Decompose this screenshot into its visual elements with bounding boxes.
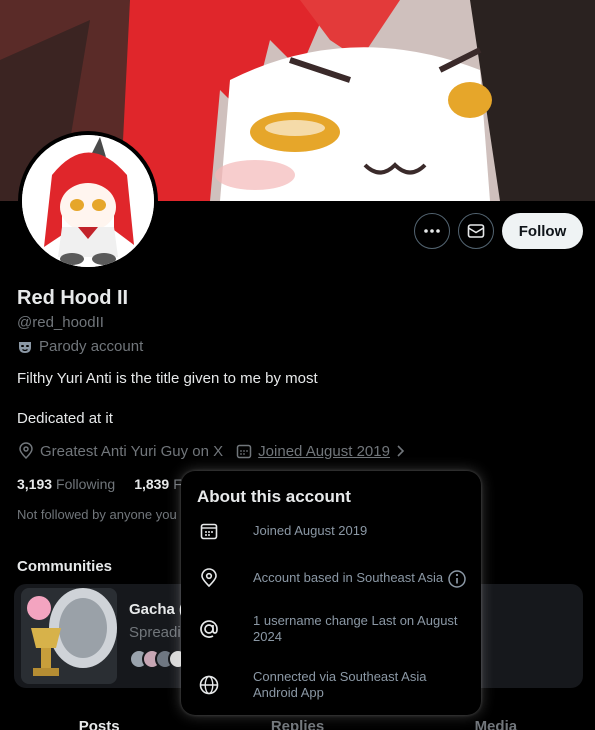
popup-row-based: Account based in Southeast Asia (197, 566, 467, 590)
more-icon (424, 229, 440, 233)
parody-label: Parody account (17, 338, 143, 355)
mask-icon (19, 341, 31, 353)
communities-heading: Communities (17, 558, 113, 575)
mail-icon (467, 224, 485, 238)
username-handle: @red_hoodII (17, 314, 104, 331)
about-account-popup: About this account Joined August 2019 Ac… (181, 471, 481, 715)
community-member-avatars (129, 649, 188, 669)
info-icon[interactable] (447, 569, 467, 589)
more-button[interactable] (414, 213, 450, 249)
follow-stats: 3,193 Following 1,839 F (17, 476, 182, 492)
popup-based-text: Account based in Southeast Asia (253, 570, 444, 585)
profile-tabs: Posts Replies Media (0, 718, 595, 730)
community-thumbnail (21, 588, 117, 684)
location: Greatest Anti Yuri Guy on X (17, 442, 223, 460)
popup-row-joined: Joined August 2019 (197, 519, 467, 543)
message-button[interactable] (458, 213, 494, 249)
location-text: Greatest Anti Yuri Guy on X (40, 442, 224, 460)
joined-date-text[interactable]: Joined August 2019 (258, 443, 390, 460)
bio-line-1: Filthy Yuri Anti is the title given to m… (17, 370, 318, 387)
chevron-right-icon (397, 445, 405, 457)
community-name: Gacha ( (129, 601, 185, 618)
display-name: Red Hood II (17, 287, 129, 309)
location-pin-icon (19, 442, 33, 460)
popup-connected-text: Connected via Southeast Asia Android App (253, 669, 427, 700)
popup-username-change-text: 1 username change Last on August 2024 (253, 613, 458, 644)
location-pin-icon (201, 568, 217, 588)
followers-link[interactable]: 1,839 F (134, 476, 182, 492)
bio-line-2: Dedicated at it (17, 410, 113, 427)
tab-media[interactable]: Media (397, 718, 595, 730)
following-link[interactable]: 3,193 Following (17, 476, 115, 492)
popup-row-username-change: 1 username change Last on August 2024 (197, 613, 467, 645)
avatar (22, 135, 154, 267)
calendar-icon (236, 444, 252, 459)
following-count: 3,193 (17, 476, 53, 492)
avatar-image (22, 135, 154, 267)
tab-replies[interactable]: Replies (198, 718, 396, 730)
globe-icon (199, 675, 219, 695)
tab-posts[interactable]: Posts (0, 718, 198, 730)
follow-button[interactable]: Follow (502, 213, 583, 249)
calendar-icon (200, 523, 218, 540)
community-image (21, 588, 117, 684)
followers-count: 1,839 (134, 476, 170, 492)
profile-meta: Greatest Anti Yuri Guy on X Joined Augus… (17, 442, 419, 460)
profile-avatar-frame[interactable] (18, 131, 158, 271)
not-followed-note: Not followed by anyone you (17, 507, 177, 522)
at-sign-icon (200, 620, 218, 638)
popup-joined-text: Joined August 2019 (253, 523, 368, 538)
popup-row-connected: Connected via Southeast Asia Android App (197, 669, 467, 701)
parody-label-text: Parody account (39, 338, 144, 355)
joined-date-link[interactable]: Joined August 2019 (235, 442, 407, 460)
community-description: Spreadi (129, 624, 181, 641)
popup-title: About this account (197, 487, 351, 506)
following-label: Following (56, 476, 116, 492)
